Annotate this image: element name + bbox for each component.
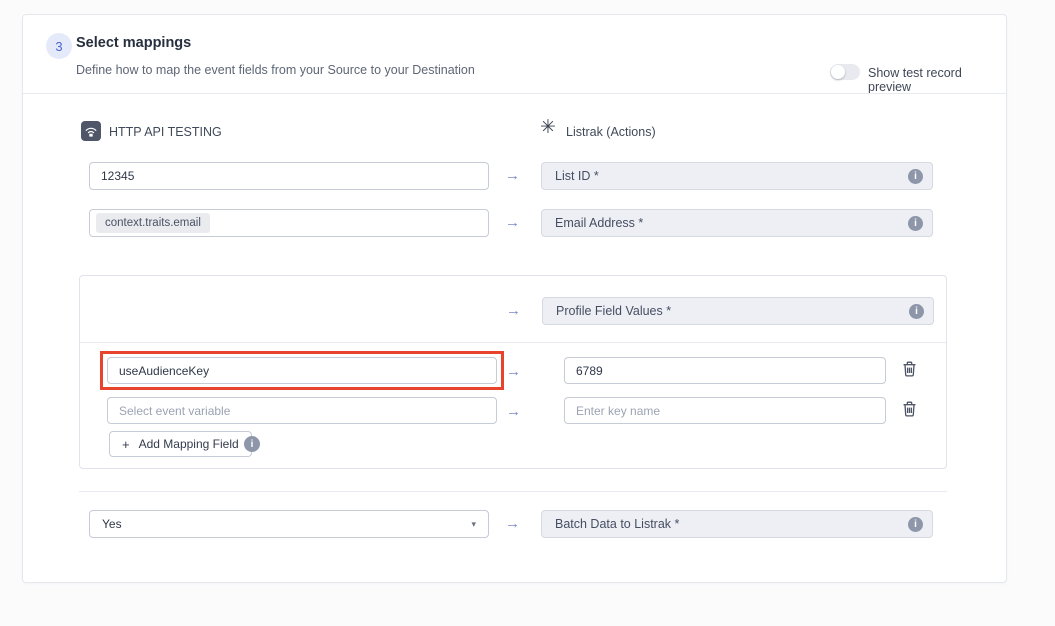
page-title: Select mappings bbox=[76, 35, 191, 51]
profile-destination-field: Profile Field Values * i bbox=[542, 297, 934, 325]
toggle-knob bbox=[831, 65, 845, 79]
delete-row-button[interactable] bbox=[902, 401, 917, 420]
destination-field-label: Email Address * bbox=[555, 216, 643, 230]
info-icon[interactable]: i bbox=[908, 517, 923, 532]
batch-destination-field: Batch Data to Listrak * i bbox=[541, 510, 933, 538]
info-icon[interactable]: i bbox=[909, 304, 924, 319]
destination-field-label: Profile Field Values * bbox=[556, 304, 671, 318]
add-mapping-field-label: Add Mapping Field bbox=[139, 437, 239, 451]
batch-source-select[interactable]: Yes ▾ bbox=[89, 510, 489, 538]
section-divider bbox=[79, 491, 947, 492]
delete-row-button[interactable] bbox=[902, 361, 917, 380]
group-divider bbox=[80, 342, 946, 343]
list-id-source-input[interactable] bbox=[89, 162, 489, 190]
chevron-down-icon: ▾ bbox=[471, 519, 476, 530]
selected-option: Yes bbox=[102, 517, 122, 531]
plus-icon: + bbox=[122, 437, 130, 452]
toggle-label: Show test record preview bbox=[868, 66, 1006, 94]
http-api-source-icon bbox=[81, 121, 101, 141]
add-mapping-field-button[interactable]: + Add Mapping Field bbox=[109, 431, 252, 457]
trash-icon bbox=[902, 401, 917, 417]
arrow-icon: → bbox=[506, 303, 521, 318]
listrak-destination-icon: ✳ bbox=[540, 118, 556, 137]
arrow-icon: → bbox=[506, 364, 521, 379]
arrow-icon: → bbox=[506, 404, 521, 419]
mapping-value-input[interactable] bbox=[564, 357, 886, 384]
destination-column-label: Listrak (Actions) bbox=[566, 125, 656, 139]
info-icon[interactable]: i bbox=[244, 436, 260, 452]
mapping-value-input-empty[interactable] bbox=[564, 397, 886, 424]
show-test-record-preview-toggle[interactable] bbox=[830, 64, 860, 80]
list-id-destination-field: List ID * i bbox=[541, 162, 933, 190]
select-mappings-card: 3 Select mappings Define how to map the … bbox=[22, 14, 1007, 583]
header-divider bbox=[23, 93, 1006, 94]
mapping-key-input-empty[interactable] bbox=[107, 397, 497, 424]
step-number-badge: 3 bbox=[46, 33, 72, 59]
destination-field-label: Batch Data to Listrak * bbox=[555, 517, 679, 531]
info-icon[interactable]: i bbox=[908, 169, 923, 184]
arrow-icon: → bbox=[505, 168, 520, 183]
arrow-icon: → bbox=[505, 516, 520, 531]
arrow-icon: → bbox=[505, 215, 520, 230]
page-subtitle: Define how to map the event fields from … bbox=[76, 63, 475, 77]
email-destination-field: Email Address * i bbox=[541, 209, 933, 237]
destination-field-label: List ID * bbox=[555, 169, 599, 183]
trash-icon bbox=[902, 361, 917, 377]
mapping-key-input[interactable] bbox=[107, 357, 497, 384]
info-icon[interactable]: i bbox=[908, 216, 923, 231]
email-source-input[interactable]: context.traits.email bbox=[89, 209, 489, 237]
event-variable-token[interactable]: context.traits.email bbox=[96, 213, 210, 233]
profile-field-values-group: → Profile Field Values * i → → bbox=[79, 275, 947, 469]
source-column-label: HTTP API TESTING bbox=[109, 125, 222, 139]
